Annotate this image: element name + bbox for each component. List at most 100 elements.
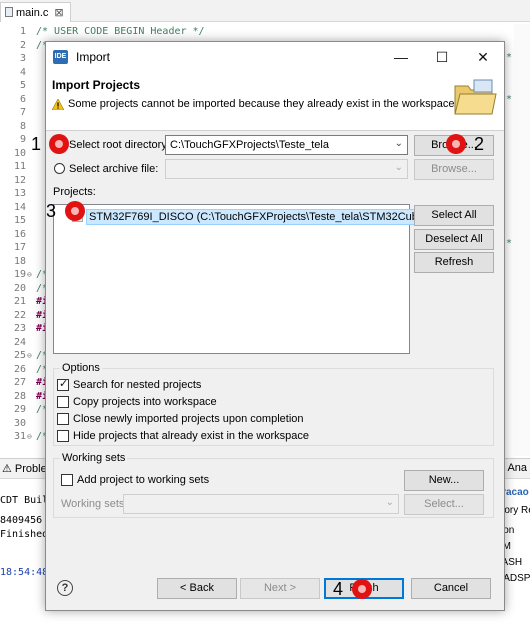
step-marker-3 <box>65 201 85 221</box>
add-to-working-sets-checkbox[interactable] <box>61 474 73 486</box>
header-warning-message: Some projects cannot be imported because… <box>68 98 455 110</box>
code-line: 21 #i <box>0 296 48 310</box>
search-nested-label: Search for nested projects <box>73 379 202 391</box>
select-root-directory-label: Select root directory: <box>69 139 170 151</box>
archive-file-combo[interactable]: ⌄ <box>165 159 408 179</box>
import-dialog: IDE Import — ☐ ✕ Import Projects Some pr… <box>45 41 505 611</box>
code-line: 13 <box>0 188 48 202</box>
line-number: 14 <box>13 201 26 213</box>
line-number: 23 <box>13 323 26 334</box>
fold-toggle-icon[interactable]: ⊖ <box>27 351 32 360</box>
code-line: 28 #i <box>0 391 48 405</box>
line-number: 31 <box>13 431 26 442</box>
code-line: 2/* <box>0 40 48 54</box>
close-tab-icon[interactable]: ⊠ <box>54 7 63 19</box>
root-directory-combo[interactable]: C:\TouchGFXProjects\Teste_tela ⌄ <box>165 135 408 155</box>
line-number: 2 <box>19 39 26 51</box>
line-number: 30 <box>13 417 26 429</box>
help-icon[interactable]: ? <box>57 580 73 596</box>
code-line: 17 <box>0 242 48 256</box>
select-all-button[interactable]: Select All <box>414 205 494 226</box>
close-button[interactable]: ✕ <box>463 42 503 72</box>
line-number: 25 <box>13 350 26 361</box>
select-archive-file-radio[interactable] <box>54 163 65 174</box>
hide-existing-checkbox[interactable] <box>57 430 69 442</box>
maximize-button[interactable]: ☐ <box>422 42 462 72</box>
line-number: 15 <box>13 215 26 226</box>
line-number: 24 <box>13 336 26 348</box>
code-line: 30 <box>0 418 48 432</box>
search-nested-checkbox[interactable] <box>57 377 69 391</box>
code-line: 29/* <box>0 404 48 418</box>
projects-list[interactable]: STM32F769I_DISCO (C:\TouchGFXProjects\Te… <box>53 204 451 354</box>
new-working-set-button[interactable]: New... <box>404 470 484 491</box>
cancel-button[interactable]: Cancel <box>411 578 491 599</box>
minimize-button[interactable]: — <box>381 42 421 72</box>
code-line: 25 ⊖/* <box>0 350 48 364</box>
problems-tab[interactable]: ⚠ Proble <box>2 462 47 475</box>
code-line: 14 <box>0 202 48 216</box>
line-number: 4 <box>19 66 26 78</box>
editor-tab-main-c[interactable]: main.c ⊠ <box>0 2 71 22</box>
back-button[interactable]: < Back <box>157 578 237 599</box>
browse-archive-button[interactable]: Browse... <box>414 159 494 180</box>
select-working-set-button[interactable]: Select... <box>404 494 484 515</box>
add-to-working-sets-label: Add project to working sets <box>77 474 210 486</box>
copy-projects-checkbox[interactable] <box>57 396 69 408</box>
fold-toggle-icon[interactable]: ⊖ <box>27 270 32 279</box>
line-number: 17 <box>13 242 26 253</box>
problems-icon: ⚠ <box>2 463 15 475</box>
root-directory-value: C:\TouchGFXProjects\Teste_tela <box>170 139 329 151</box>
code-line: 26/* <box>0 364 48 378</box>
hide-existing-label: Hide projects that already exist in the … <box>73 430 310 442</box>
code-line: 8 <box>0 121 48 135</box>
working-sets-title: Working sets <box>60 452 128 464</box>
editor-tab-label: main.c <box>16 7 49 19</box>
step-number-3: 3 <box>46 201 57 221</box>
line-number: 26 <box>13 363 26 375</box>
code-line: 11 <box>0 161 48 175</box>
code-line: 6 <box>0 94 48 108</box>
close-imported-checkbox[interactable] <box>57 413 69 425</box>
code-editor[interactable]: 1 2/* 3 4 5 6 7 8 9 10 11 12 13 14 15 16 17 18 19 ⊖/* 20/* 21… <box>0 24 48 456</box>
code-line: 22 #i <box>0 310 48 324</box>
select-archive-file-label: Select archive file: <box>69 163 159 175</box>
line-number: 22 <box>13 309 26 321</box>
code-line: 3 <box>0 53 48 67</box>
ide-app-icon: IDE <box>53 50 68 64</box>
step-marker-4 <box>352 579 372 599</box>
code-line: 19 ⊖/* <box>0 269 48 283</box>
step-marker-2 <box>446 134 466 154</box>
step-number-2: 2 <box>474 134 485 154</box>
refresh-button[interactable]: Refresh <box>414 252 494 273</box>
line-number: 9 <box>19 134 26 145</box>
step-marker-1 <box>49 134 69 154</box>
working-sets-combo[interactable]: ⌄ <box>123 494 399 514</box>
code-line: 24 <box>0 337 48 351</box>
code-line: 15 <box>0 215 48 229</box>
line-number: 1 <box>19 26 26 37</box>
projects-label: Projects: <box>53 186 96 198</box>
warning-icon <box>52 99 64 110</box>
line-number: 27 <box>13 377 26 388</box>
next-button[interactable]: Next > <box>240 578 320 599</box>
chevron-down-icon: ⌄ <box>394 138 403 149</box>
fold-toggle-icon[interactable]: ⊖ <box>27 432 32 441</box>
code-line: 12 <box>0 175 48 189</box>
line-number: 29 <box>13 404 26 415</box>
line-number: 3 <box>19 53 26 64</box>
close-imported-label: Close newly imported projects upon compl… <box>73 413 304 425</box>
line-number: 28 <box>13 390 26 402</box>
code-line: 20/* <box>0 283 48 297</box>
line-number: 13 <box>13 188 26 199</box>
chevron-down-icon: ⌄ <box>385 497 394 508</box>
project-name: STM32F769I_DISCO (C:\TouchGFXProjects\Te… <box>86 209 451 225</box>
line-number: 21 <box>13 296 26 307</box>
deselect-all-button[interactable]: Deselect All <box>414 229 494 250</box>
line-number: 7 <box>19 107 26 118</box>
editor-tab-bar: main.c ⊠ <box>0 0 530 22</box>
code-line: 18 <box>0 256 48 270</box>
line-number: 6 <box>19 93 26 105</box>
line-number: 20 <box>13 282 26 294</box>
dialog-titlebar[interactable]: IDE Import — ☐ ✕ <box>46 42 504 72</box>
